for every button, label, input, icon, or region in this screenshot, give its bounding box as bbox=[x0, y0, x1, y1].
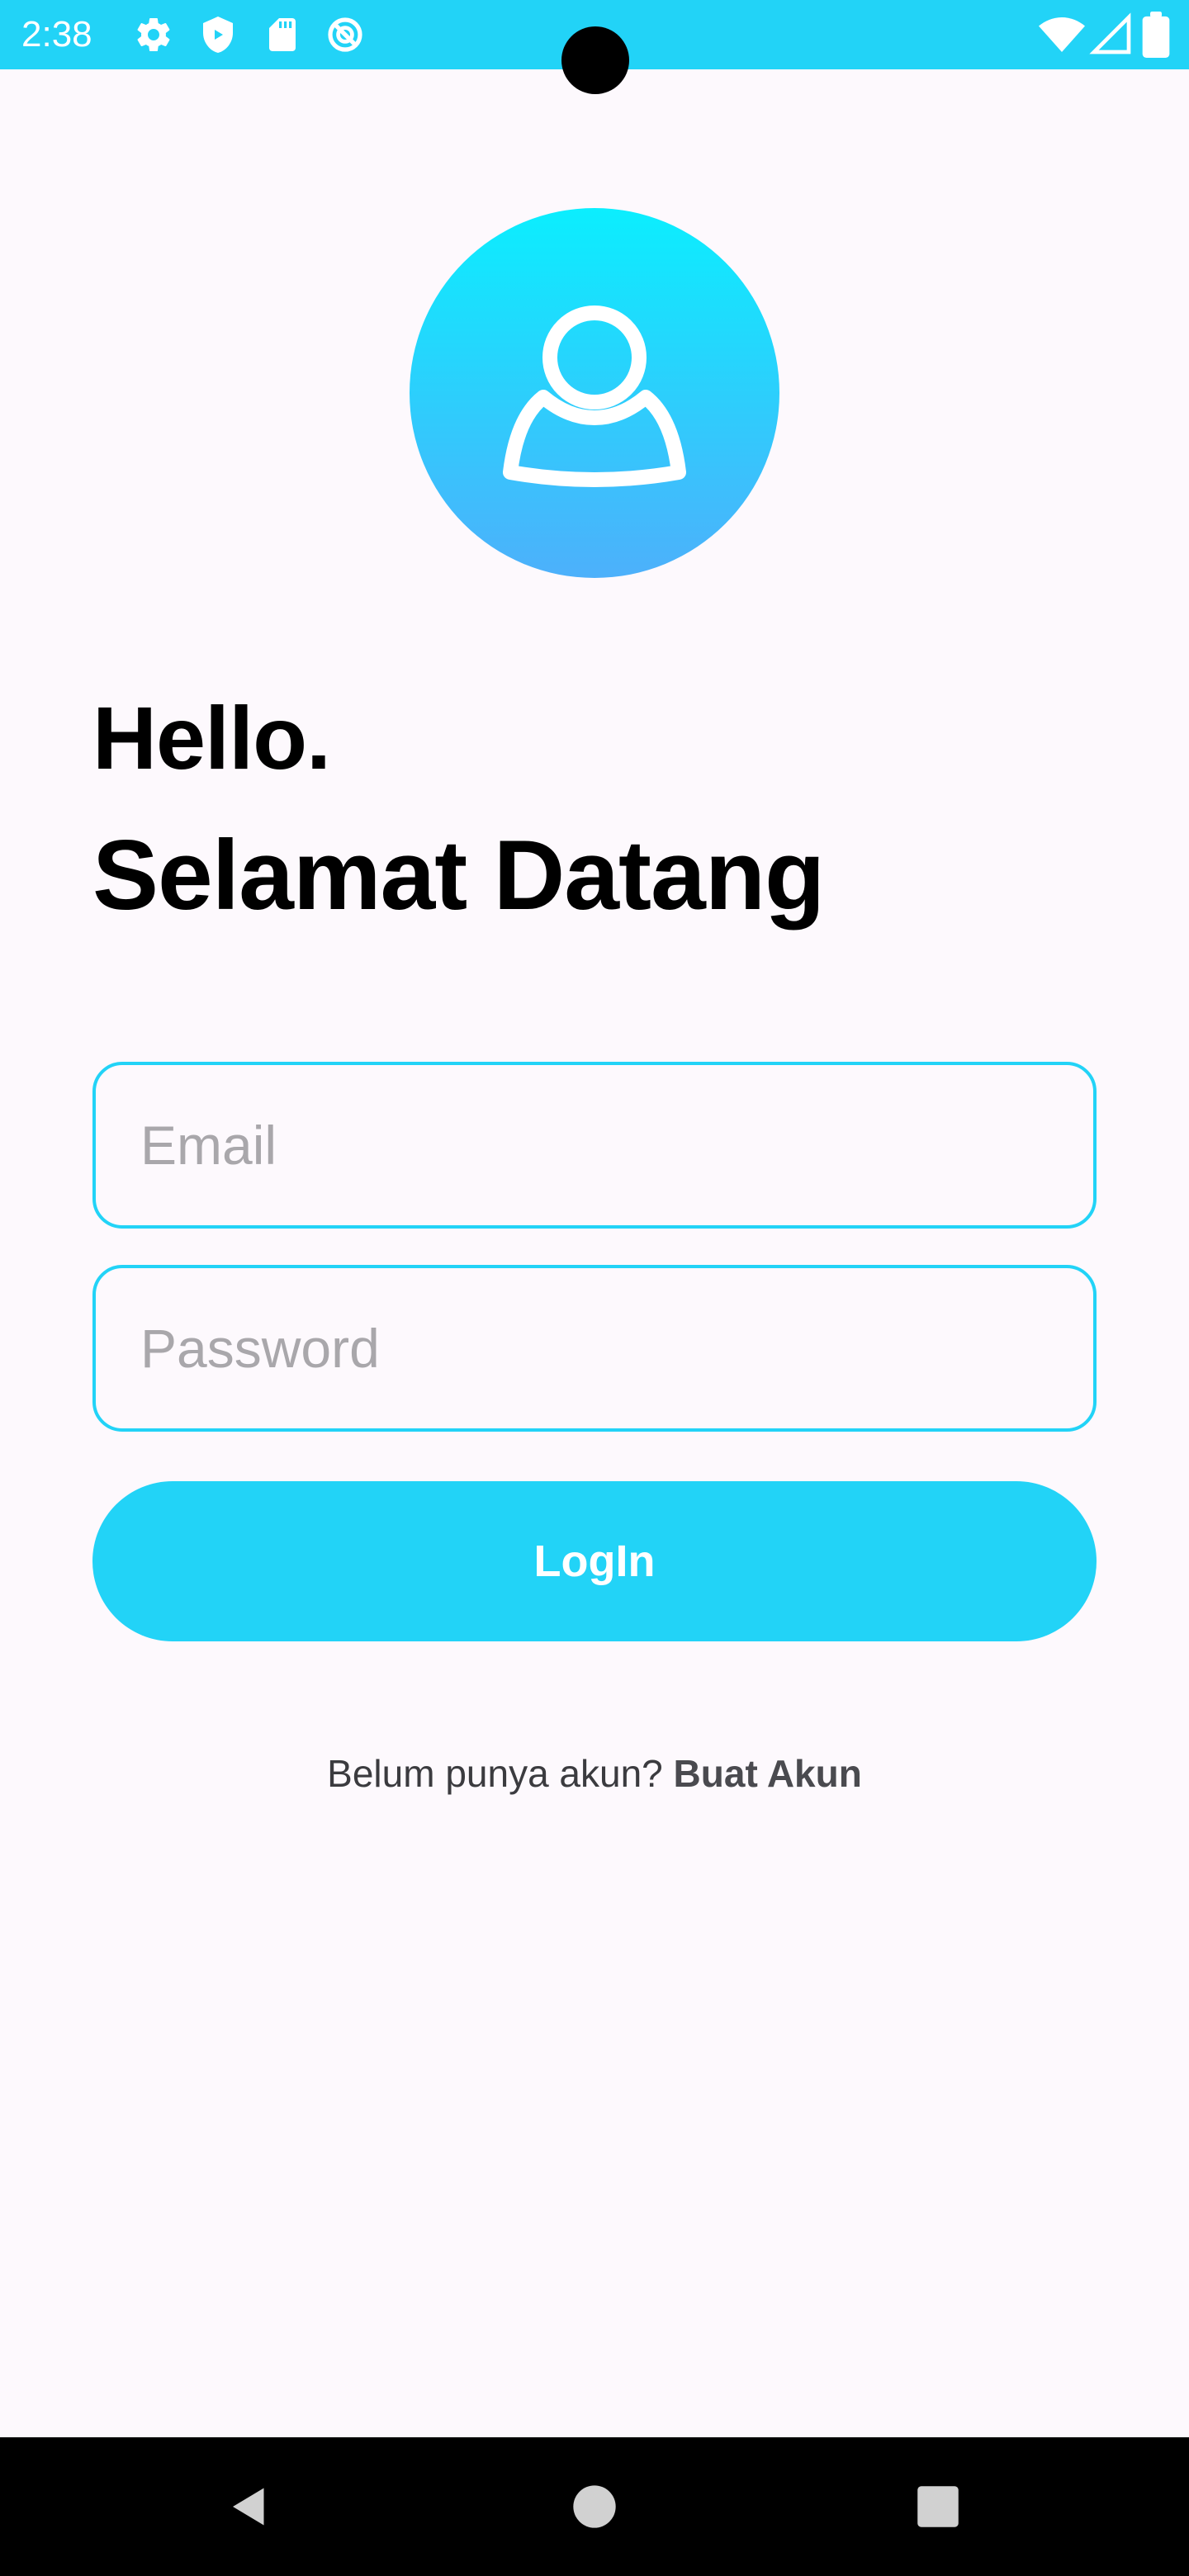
signup-prompt-text: Belum punya akun? bbox=[327, 1752, 674, 1795]
create-account-link[interactable]: Buat Akun bbox=[674, 1752, 862, 1795]
signal-icon bbox=[1088, 12, 1135, 58]
home-icon bbox=[573, 2485, 616, 2528]
back-icon bbox=[233, 2488, 264, 2526]
signup-prompt-line: Belum punya akun? Buat Akun bbox=[0, 1749, 1189, 1798]
email-field[interactable] bbox=[96, 1065, 1093, 1225]
shield-icon bbox=[198, 15, 238, 54]
home-button[interactable] bbox=[528, 2437, 661, 2576]
camera-cutout bbox=[561, 26, 629, 94]
gear-icon bbox=[134, 15, 173, 54]
wifi-icon bbox=[1039, 12, 1085, 58]
battery-icon bbox=[1139, 12, 1172, 58]
password-field-container bbox=[92, 1265, 1097, 1432]
status-bar: 2:38 bbox=[0, 0, 1189, 94]
avatar bbox=[410, 208, 779, 578]
do-not-disturb-icon bbox=[325, 15, 365, 54]
status-time: 2:38 bbox=[21, 14, 92, 54]
password-field[interactable] bbox=[96, 1268, 1093, 1428]
recents-button[interactable] bbox=[872, 2437, 1004, 2576]
login-button[interactable]: LogIn bbox=[92, 1481, 1097, 1641]
recents-icon bbox=[917, 2486, 959, 2527]
email-field-container bbox=[92, 1062, 1097, 1229]
user-icon bbox=[503, 305, 686, 487]
greeting-welcome: Selamat Datang bbox=[92, 820, 825, 930]
sd-card-icon bbox=[263, 15, 302, 54]
greeting-hello: Hello. bbox=[92, 688, 331, 788]
back-button[interactable] bbox=[183, 2437, 315, 2576]
navigation-bar bbox=[0, 2437, 1189, 2576]
